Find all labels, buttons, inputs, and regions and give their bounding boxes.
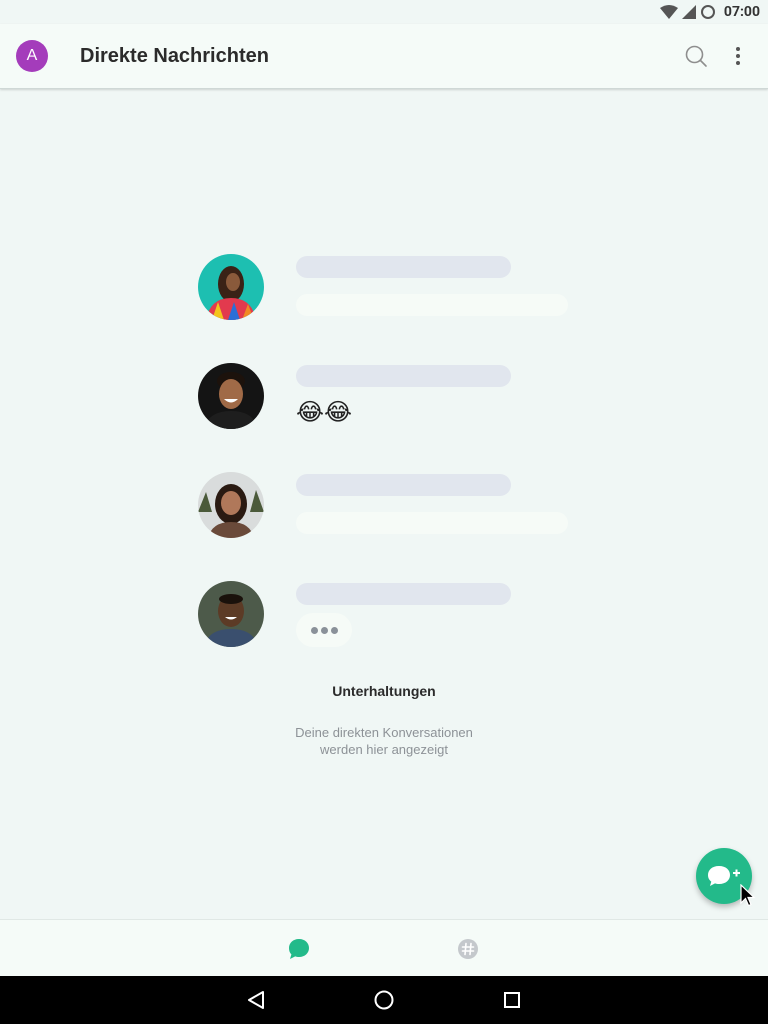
top-app-bar: A Direkte Nachrichten: [0, 24, 768, 89]
page-title: Direkte Nachrichten: [80, 45, 269, 67]
placeholder-name-bar: [296, 474, 511, 496]
tab-direct-messages[interactable]: [269, 920, 329, 977]
avatar-woman-colorful: [198, 254, 264, 320]
avatar-man-laughing: [198, 363, 264, 429]
chat-bubble-icon: [289, 938, 309, 959]
system-recents-button[interactable]: [500, 988, 524, 1012]
empty-state-title: Unterhaltungen: [332, 683, 436, 699]
search-button[interactable]: [684, 44, 708, 68]
typing-dot: [320, 626, 328, 634]
account-avatar[interactable]: A: [16, 40, 48, 72]
wifi-icon: [659, 5, 678, 19]
system-home-button[interactable]: [372, 988, 396, 1012]
home-circle-icon: [374, 990, 394, 1010]
more-vert-icon: [736, 47, 740, 65]
search-icon: [685, 45, 707, 67]
cell-signal-icon: [681, 5, 696, 19]
empty-state-subtitle-line: werden hier angezeigt: [320, 742, 448, 757]
typing-dot: [310, 626, 318, 634]
bottom-navigation: [0, 919, 768, 976]
status-bar: 07:00: [0, 0, 768, 24]
empty-state-subtitle-line: Deine direkten Konversationen: [295, 725, 473, 740]
system-back-button[interactable]: [244, 988, 268, 1012]
battery-icon: [700, 5, 715, 19]
placeholder-name-bar: [296, 583, 511, 605]
placeholder-message-bar: [296, 294, 568, 316]
placeholder-name-bar: [296, 365, 511, 387]
illustration-row: [198, 472, 578, 542]
illustration-row: [198, 581, 578, 651]
account-initial: A: [26, 47, 38, 64]
typing-indicator: [296, 613, 352, 647]
back-triangle-icon: [248, 991, 264, 1009]
status-time: 07:00: [723, 4, 760, 20]
emoji-message: 😂😂: [296, 398, 353, 426]
typing-dot: [330, 626, 338, 634]
placeholder-message-bar: [296, 512, 568, 534]
tab-channels[interactable]: [438, 920, 498, 977]
more-options-button[interactable]: [728, 44, 748, 68]
placeholder-name-bar: [296, 256, 511, 278]
new-chat-icon: [708, 866, 740, 886]
mouse-cursor-icon: [740, 884, 756, 907]
avatar-woman-smiling: [198, 472, 264, 538]
recents-square-icon: [504, 992, 520, 1008]
empty-state-subtitle: Deine direkten Konversationen werden hie…: [284, 724, 484, 758]
hashtag-icon: [458, 938, 478, 959]
illustration-row: [198, 254, 578, 324]
illustration-row: 😂😂: [198, 363, 578, 433]
avatar-man-smiling: [198, 581, 264, 647]
system-navigation-bar: [0, 976, 768, 1024]
